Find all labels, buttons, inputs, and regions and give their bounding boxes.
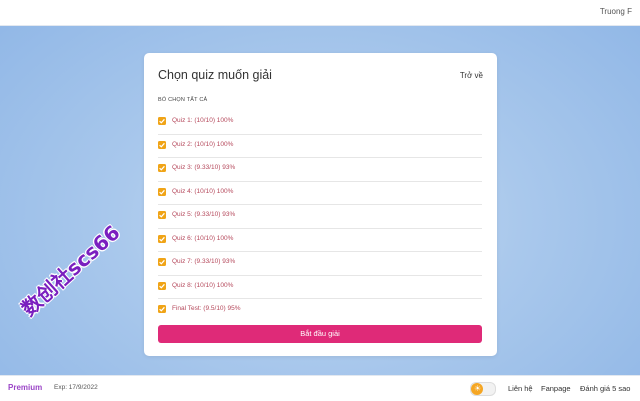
checkbox-checked-icon[interactable]	[158, 187, 166, 196]
checkbox-checked-icon[interactable]	[158, 305, 166, 313]
start-button[interactable]: Bắt đầu giải	[158, 325, 482, 343]
quiz-item-label: Quiz 8: (10/10) 100%	[172, 281, 234, 289]
quiz-item[interactable]: Quiz 5: (9.33/10) 93%	[158, 205, 482, 229]
quiz-list: Quiz 1: (10/10) 100% Quiz 2: (10/10) 100…	[158, 111, 482, 322]
quiz-item-label: Quiz 1: (10/10) 100%	[172, 117, 234, 124]
quiz-item-label: Final Test: (9.5/10) 95%	[172, 305, 241, 312]
sun-icon: ☀	[471, 383, 483, 395]
quiz-item[interactable]: Quiz 6: (10/10) 100%	[158, 229, 482, 252]
rate-link[interactable]: Đánh giá 5 sao	[580, 384, 630, 393]
checkbox-checked-icon[interactable]	[158, 258, 166, 266]
checkbox-checked-icon[interactable]	[158, 140, 166, 149]
checkbox-checked-icon[interactable]	[158, 281, 166, 290]
quiz-item[interactable]: Quiz 3: (9.33/10) 93%	[158, 158, 482, 182]
quiz-item-label: Quiz 6: (10/10) 100%	[172, 234, 234, 242]
deselect-all-link[interactable]: BỎ CHỌN TẤT CẢ	[158, 97, 207, 103]
checkbox-checked-icon[interactable]	[158, 234, 166, 243]
card-title: Chọn quiz muốn giải	[158, 68, 272, 82]
quiz-item[interactable]: Quiz 8: (10/10) 100%	[158, 276, 482, 299]
quiz-item-label: Quiz 7: (9.33/10) 93%	[172, 258, 236, 265]
quiz-item-label: Quiz 3: (9.33/10) 93%	[172, 164, 236, 171]
username[interactable]: Truong F	[600, 7, 632, 16]
checkbox-checked-icon[interactable]	[158, 117, 166, 125]
fanpage-link[interactable]: Fanpage	[541, 384, 571, 393]
quiz-item-label: Quiz 2: (10/10) 100%	[172, 140, 234, 148]
bottom-bar: Premium Exp: 17/9/2022 ☀ Liên hệ Fanpage…	[0, 375, 640, 401]
checkbox-checked-icon[interactable]	[158, 211, 166, 219]
quiz-item[interactable]: Quiz 1: (10/10) 100%	[158, 111, 482, 135]
quiz-item-label: Quiz 4: (10/10) 100%	[172, 187, 234, 195]
expiry-date: Exp: 17/9/2022	[54, 384, 98, 391]
watermark: 数创社scs66	[16, 220, 125, 321]
quiz-item-label: Quiz 5: (9.33/10) 93%	[172, 211, 236, 218]
top-bar: Truong F	[0, 0, 640, 26]
quiz-item[interactable]: Final Test: (9.5/10) 95%	[158, 299, 482, 322]
contact-link[interactable]: Liên hệ	[508, 384, 533, 393]
quiz-select-card: Chọn quiz muốn giải Trở về BỎ CHỌN TẤT C…	[144, 53, 497, 356]
quiz-item[interactable]: Quiz 4: (10/10) 100%	[158, 182, 482, 205]
quiz-item[interactable]: Quiz 2: (10/10) 100%	[158, 135, 482, 158]
checkbox-checked-icon[interactable]	[158, 164, 166, 172]
back-link[interactable]: Trở về	[460, 71, 483, 80]
theme-toggle[interactable]: ☀	[470, 382, 496, 396]
premium-badge: Premium	[8, 383, 43, 392]
quiz-item[interactable]: Quiz 7: (9.33/10) 93%	[158, 252, 482, 276]
